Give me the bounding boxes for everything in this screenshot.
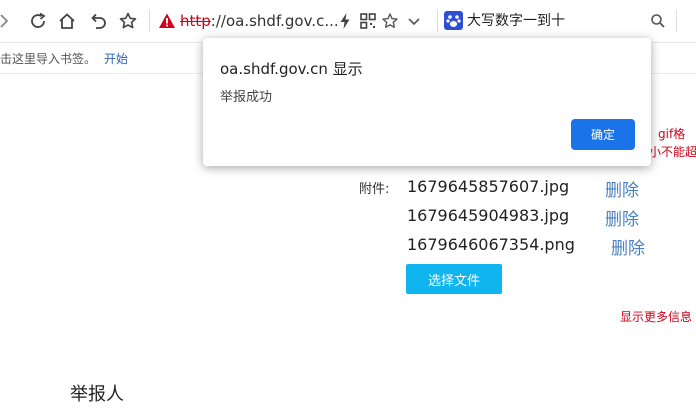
choose-file-button[interactable]: 选择文件 (406, 264, 502, 294)
size-note: 小不能超 (649, 145, 696, 159)
reporter-heading: 举报人 (70, 384, 124, 405)
ok-button[interactable]: 确定 (571, 119, 635, 150)
url-scheme: http (180, 12, 211, 30)
show-more-info-link[interactable]: 显示更多信息 (620, 308, 692, 325)
qr-code-icon[interactable] (356, 9, 380, 33)
browser-toolbar: http://oa.shdf.gov.c... 大写数字一到十 (0, 0, 696, 43)
attachment-file-name: 1679646067354.png (407, 235, 575, 254)
toolbar-divider (149, 10, 150, 32)
address-bar[interactable]: http://oa.shdf.gov.c... (180, 12, 339, 30)
delete-attachment-link[interactable]: 删除 (611, 234, 645, 259)
toolbar-divider (676, 10, 677, 32)
search-suggestion[interactable]: 大写数字一到十 (467, 12, 565, 30)
url-host: ://oa.shdf.gov.c... (210, 12, 339, 30)
chevron-down-icon[interactable] (402, 9, 426, 33)
attachment-file-name: 1679645857607.jpg (407, 177, 570, 196)
search-icon[interactable] (650, 13, 666, 29)
bookmark-star-icon[interactable] (378, 9, 402, 33)
warning-icon[interactable] (158, 12, 176, 30)
attachment-label: 附件: (359, 182, 390, 197)
lightning-icon[interactable] (333, 9, 357, 33)
dialog-title: oa.shdf.gov.cn 显示 (220, 60, 363, 78)
toolbar-divider (437, 10, 438, 32)
alert-dialog: oa.shdf.gov.cn 显示 举报成功 确定 (203, 38, 651, 166)
delete-attachment-link[interactable]: 删除 (605, 176, 639, 201)
star-icon[interactable] (116, 9, 140, 33)
bookmark-start-link[interactable]: 开始 (104, 50, 128, 67)
format-note: 、gif格 (646, 127, 686, 141)
delete-attachment-link[interactable]: 删除 (605, 205, 639, 230)
home-icon[interactable] (55, 9, 79, 33)
undo-icon[interactable] (86, 9, 110, 33)
attachment-file-name: 1679645904983.jpg (407, 206, 570, 225)
baidu-paw-icon[interactable] (444, 11, 463, 30)
forward-icon[interactable] (0, 9, 16, 33)
reload-icon[interactable] (26, 9, 50, 33)
dialog-message: 举报成功 (220, 90, 273, 105)
bookmark-import-hint: 点击这里导入书签。 (0, 52, 97, 66)
